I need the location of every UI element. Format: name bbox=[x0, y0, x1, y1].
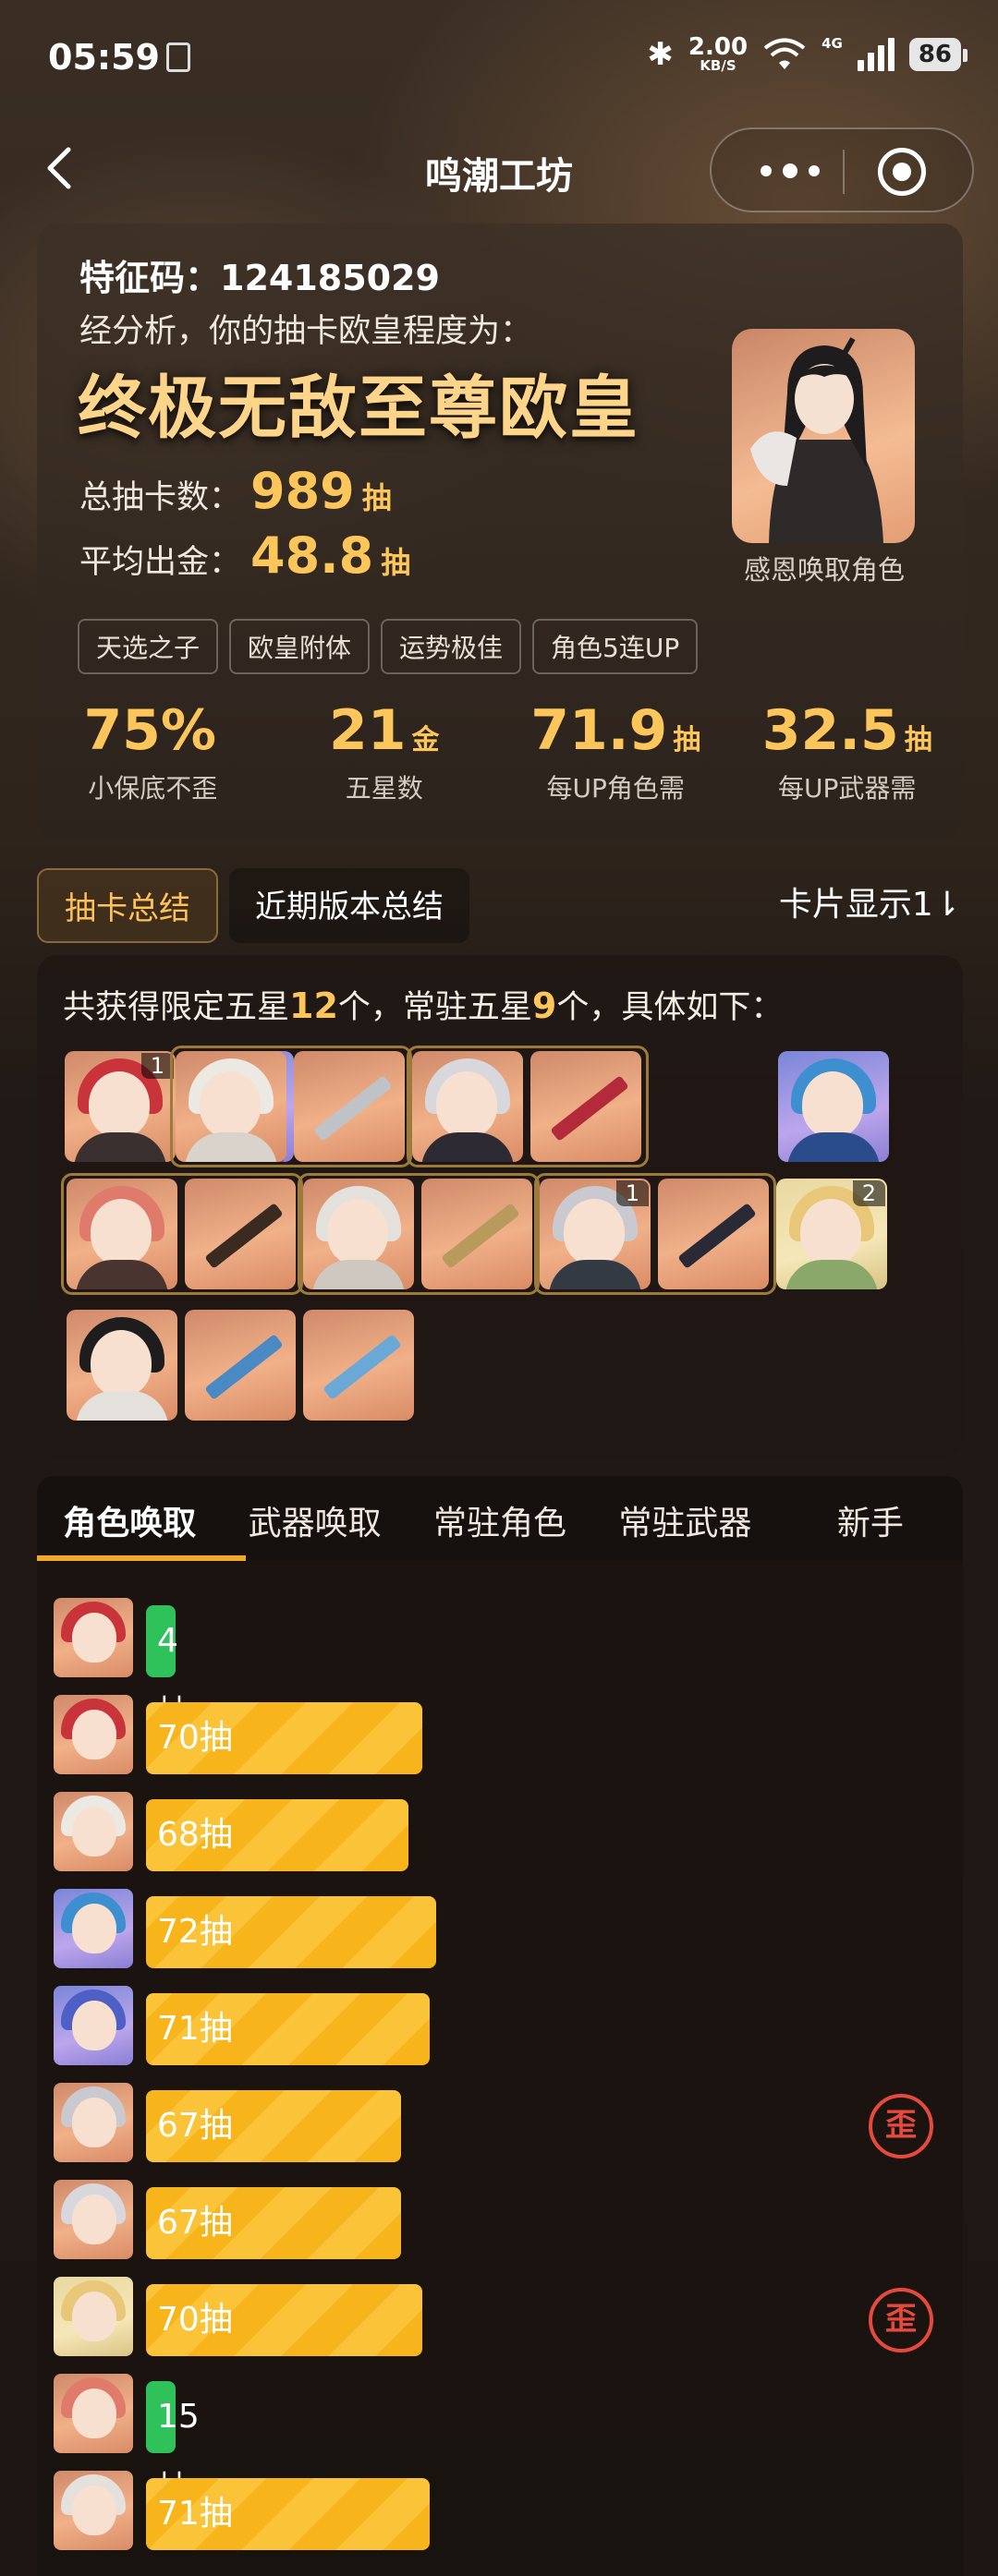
record-row[interactable]: 68抽 bbox=[54, 1783, 959, 1875]
network-speed: 2.00 KB/S bbox=[688, 33, 748, 74]
five-star-character[interactable]: 1 bbox=[540, 1179, 651, 1289]
tag: 运势极佳 bbox=[381, 619, 522, 674]
pull-record-list: 4抽 70抽 68抽 72抽 71抽 67抽 歪 67抽 70抽 歪 15抽 7… bbox=[37, 1561, 963, 2576]
character-avatar bbox=[54, 2277, 133, 2356]
five-star-character[interactable] bbox=[67, 1310, 177, 1421]
record-row[interactable]: 72抽 bbox=[54, 1880, 959, 1972]
tab-beginner[interactable]: 新手 bbox=[778, 1476, 963, 1561]
pull-count-bar: 70抽 bbox=[146, 1702, 422, 1774]
record-row[interactable]: 4抽 bbox=[54, 1589, 959, 1732]
pull-count-bar: 71抽 bbox=[146, 2478, 430, 2550]
character-avatar bbox=[54, 1598, 133, 1677]
five-star-weapon[interactable] bbox=[185, 1179, 296, 1289]
record-row[interactable]: 70抽 歪 bbox=[54, 2268, 959, 2360]
five-star-weapon[interactable] bbox=[421, 1179, 532, 1289]
total-pulls: 总抽卡数： 989 抽 bbox=[79, 462, 392, 520]
battery-indicator: 86 bbox=[908, 37, 968, 71]
character-avatar bbox=[54, 2374, 133, 2453]
pull-count-bar: 70抽 bbox=[146, 2284, 422, 2356]
character-avatar bbox=[54, 1986, 133, 2065]
five-star-character[interactable]: 2 bbox=[776, 1179, 887, 1289]
five-star-summary: 共获得限定五星12个，常驻五星9个，具体如下： bbox=[63, 986, 784, 1026]
metric-pulls-per-up-weapon: 32.5 抽 每UP武器需 bbox=[761, 698, 932, 804]
tab-standard-character[interactable]: 常驻角色 bbox=[408, 1476, 592, 1561]
five-star-weapon[interactable] bbox=[303, 1310, 414, 1421]
status-bar: 05:59 ✱ 2.00 KB/S 4G 86 bbox=[0, 0, 998, 120]
pull-count-bar: 67抽 bbox=[146, 2187, 401, 2259]
tab-standard-weapon[interactable]: 常驻武器 bbox=[592, 1476, 777, 1561]
bluetooth-icon: ✱ bbox=[647, 35, 674, 73]
analysis-text: 经分析，你的抽卡欧皇程度为： bbox=[79, 313, 533, 350]
five-star-character[interactable] bbox=[303, 1179, 414, 1289]
character-avatar bbox=[54, 1695, 133, 1774]
five-star-character[interactable] bbox=[778, 1051, 889, 1162]
record-row[interactable]: 70抽 bbox=[54, 1686, 959, 1778]
five-star-character[interactable]: 1 bbox=[65, 1051, 176, 1162]
five-star-character[interactable] bbox=[412, 1051, 523, 1162]
tab-weapon-pool[interactable]: 武器唤取 bbox=[222, 1476, 407, 1561]
pull-count-bar: 67抽 bbox=[146, 2090, 401, 2162]
status-time: 05:59 bbox=[48, 37, 160, 78]
pull-count-bar: 68抽 bbox=[146, 1799, 408, 1871]
feature-code: 特征码：124185029 bbox=[79, 258, 440, 298]
lost-fifty-fifty-stamp: 歪 bbox=[869, 2288, 933, 2352]
pull-count-bar: 71抽 bbox=[146, 1993, 430, 2065]
lost-fifty-fifty-stamp: 歪 bbox=[869, 2094, 933, 2159]
constellation-badge: 2 bbox=[852, 1180, 885, 1206]
five-star-weapon[interactable] bbox=[185, 1310, 296, 1421]
record-row[interactable]: 15抽 bbox=[54, 2364, 959, 2508]
average-pulls: 平均出金： 48.8 抽 bbox=[79, 526, 411, 585]
tag: 欧皇附体 bbox=[229, 619, 371, 674]
character-avatar bbox=[54, 2083, 133, 2162]
metrics-row: 75% 小保底不歪 21 金 五星数 71.9 抽 每UP角色需 32.5 抽 每UP… bbox=[37, 698, 963, 805]
luck-rank-title: 终极无敌至尊欧皇 bbox=[78, 369, 639, 448]
summary-card: 特征码：124185029 经分析，你的抽卡欧皇程度为： 终极无敌至尊欧皇 总抽… bbox=[37, 224, 963, 841]
constellation-badge: 1 bbox=[615, 1180, 649, 1206]
five-star-character[interactable] bbox=[67, 1179, 177, 1289]
metric-pulls-per-up-character: 71.9 抽 每UP角色需 bbox=[530, 698, 701, 804]
five-star-weapon[interactable] bbox=[294, 1051, 405, 1162]
record-row[interactable]: 71抽 bbox=[54, 1977, 959, 2069]
portrait-caption: 感恩唤取角色 bbox=[743, 554, 905, 586]
wifi-icon bbox=[763, 38, 806, 69]
pull-count-bar: 15抽 bbox=[146, 2381, 200, 2508]
character-avatar bbox=[54, 2180, 133, 2259]
tag: 角色5连UP bbox=[532, 619, 699, 674]
character-avatar bbox=[54, 2471, 133, 2550]
pool-tabs: 角色唤取 武器唤取 常驻角色 常驻武器 新手 bbox=[37, 1476, 963, 1561]
pull-count-bar: 4抽 bbox=[146, 1605, 190, 1732]
character-avatar bbox=[54, 1889, 133, 1968]
record-row[interactable]: 67抽 bbox=[54, 2171, 959, 2263]
mini-program-capsule bbox=[710, 127, 974, 212]
record-row[interactable]: 71抽 bbox=[54, 2461, 959, 2554]
tab-character-pool[interactable]: 角色唤取 bbox=[37, 1476, 247, 1561]
metric-pity-rate: 75% 小保底不歪 bbox=[83, 698, 218, 804]
notification-icon bbox=[166, 42, 190, 72]
tag-list: 天选之子 欧皇附体 运势极佳 角色5连UP bbox=[78, 619, 699, 674]
five-star-character[interactable] bbox=[176, 1051, 286, 1162]
five-star-weapon[interactable] bbox=[530, 1051, 641, 1162]
tag: 天选之子 bbox=[78, 619, 219, 674]
card-display-toggle[interactable]: 卡片显示1⇂ bbox=[779, 877, 961, 925]
capsule-divider bbox=[843, 150, 845, 194]
close-miniprogram-icon[interactable] bbox=[878, 148, 926, 196]
featured-character-portrait bbox=[732, 329, 915, 543]
record-row[interactable]: 67抽 歪 bbox=[54, 2074, 959, 2166]
summary-tabs: 抽卡总结 近期版本总结 bbox=[37, 868, 469, 943]
metric-five-star-count: 21 金 五星数 bbox=[329, 698, 440, 804]
five-star-panel: 共获得限定五星12个，常驻五星9个，具体如下： 1 1 2 bbox=[37, 955, 963, 1457]
signal-icon bbox=[857, 37, 895, 71]
pull-count-bar: 72抽 bbox=[146, 1896, 436, 1968]
constellation-badge: 1 bbox=[140, 1053, 174, 1079]
tab-recent-version-summary[interactable]: 近期版本总结 bbox=[229, 868, 469, 943]
more-icon[interactable] bbox=[748, 157, 832, 185]
status-indicators: ✱ 2.00 KB/S 4G 86 bbox=[647, 33, 968, 74]
character-avatar bbox=[54, 1792, 133, 1871]
network-type: 4G bbox=[822, 34, 843, 52]
nav-bar: 鸣潮工坊 bbox=[0, 120, 998, 216]
five-star-weapon[interactable] bbox=[658, 1179, 769, 1289]
tab-pull-summary[interactable]: 抽卡总结 bbox=[37, 868, 218, 943]
